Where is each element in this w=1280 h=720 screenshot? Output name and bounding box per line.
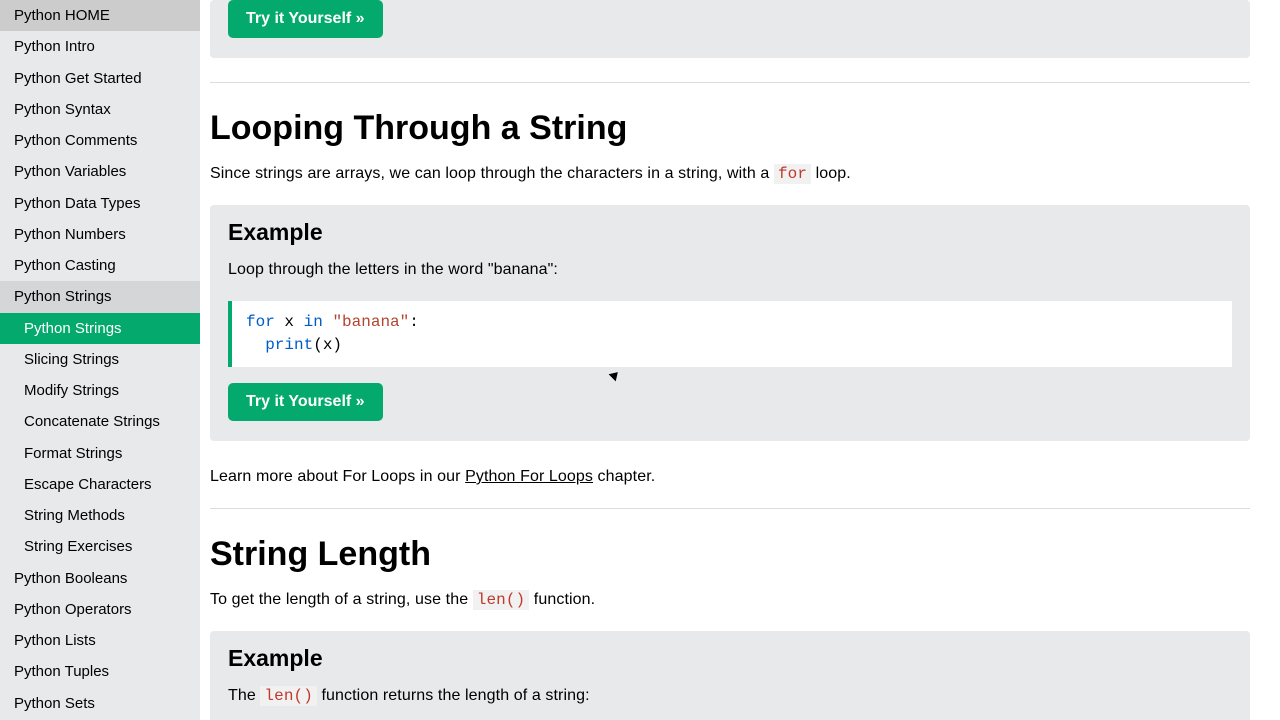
sidebar-item[interactable]: Python Sets: [0, 688, 200, 719]
sidebar-item[interactable]: String Methods: [0, 500, 200, 531]
try-it-button[interactable]: Try it Yourself »: [228, 383, 383, 421]
sidebar-item[interactable]: Slicing Strings: [0, 344, 200, 375]
sidebar-item[interactable]: Concatenate Strings: [0, 406, 200, 437]
sidebar-item[interactable]: Python Strings: [0, 313, 200, 344]
example-box-prev: Try it Yourself »: [210, 0, 1250, 58]
sidebar-item[interactable]: Python Operators: [0, 594, 200, 625]
sidebar-item[interactable]: Format Strings: [0, 438, 200, 469]
sidebar-item[interactable]: Python Numbers: [0, 219, 200, 250]
example-desc: Loop through the letters in the word "ba…: [228, 258, 1232, 283]
section-heading-looping: Looping Through a String: [210, 109, 1250, 148]
example-desc: The len() function returns the length of…: [228, 684, 1232, 709]
sidebar-item[interactable]: Python Tuples: [0, 656, 200, 687]
example-box-loop: Example Loop through the letters in the …: [210, 205, 1250, 441]
sidebar-item[interactable]: String Exercises: [0, 531, 200, 562]
sidebar-item[interactable]: Escape Characters: [0, 469, 200, 500]
section1-intro: Since strings are arrays, we can loop th…: [210, 162, 1250, 187]
sidebar-nav[interactable]: Python HOMEPython IntroPython Get Starte…: [0, 0, 200, 720]
example-heading: Example: [228, 645, 1232, 672]
sidebar-item[interactable]: Python Lists: [0, 625, 200, 656]
sidebar-item[interactable]: Python Variables: [0, 156, 200, 187]
sidebar-item[interactable]: Python Casting: [0, 250, 200, 281]
code-block-loop: for x in "banana": print(x): [228, 301, 1232, 367]
divider: [210, 508, 1250, 509]
sidebar-item[interactable]: Python Booleans: [0, 563, 200, 594]
main-content: Try it Yourself » Looping Through a Stri…: [200, 0, 1280, 720]
section2-intro: To get the length of a string, use the l…: [210, 588, 1250, 613]
try-it-button[interactable]: Try it Yourself »: [228, 0, 383, 38]
sidebar-item[interactable]: Python Data Types: [0, 188, 200, 219]
code-inline-for: for: [774, 164, 811, 184]
sidebar-item[interactable]: Python Comments: [0, 125, 200, 156]
sidebar-item[interactable]: Python Get Started: [0, 63, 200, 94]
code-inline-len: len(): [260, 686, 317, 706]
section-heading-length: String Length: [210, 535, 1250, 574]
section1-footer: Learn more about For Loops in our Python…: [210, 465, 1250, 490]
sidebar-item[interactable]: Modify Strings: [0, 375, 200, 406]
example-heading: Example: [228, 219, 1232, 246]
sidebar-item[interactable]: Python Syntax: [0, 94, 200, 125]
link-for-loops[interactable]: Python For Loops: [465, 468, 593, 485]
example-box-length: Example The len() function returns the l…: [210, 631, 1250, 720]
sidebar-item[interactable]: Python HOME: [0, 0, 200, 31]
code-inline-len: len(): [473, 590, 530, 610]
sidebar-item[interactable]: Python Strings: [0, 281, 200, 312]
divider: [210, 82, 1250, 83]
sidebar-item[interactable]: Python Intro: [0, 31, 200, 62]
